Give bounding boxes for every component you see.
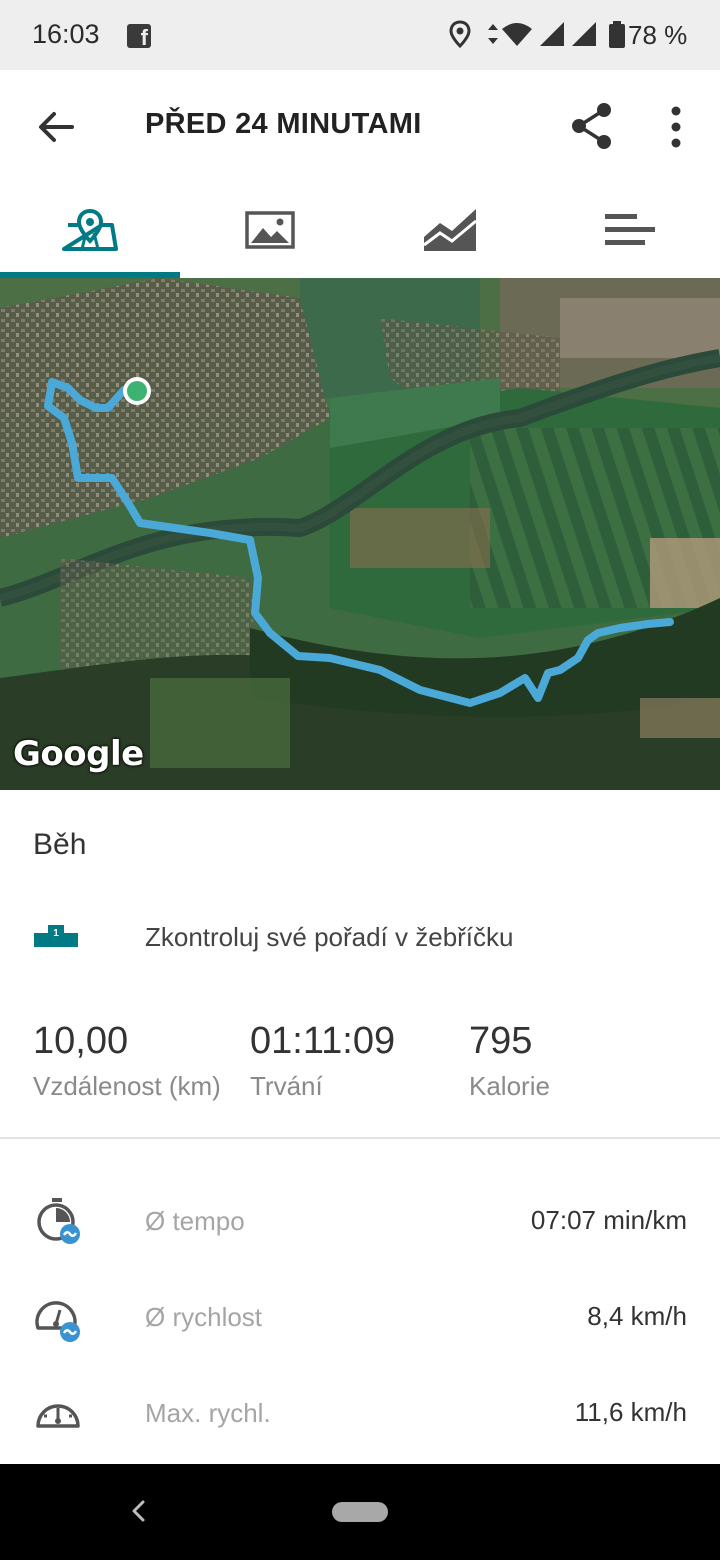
image-icon (245, 211, 295, 249)
tab-bar (0, 182, 720, 278)
metric-value: 07:07 min/km (530, 1205, 687, 1235)
data-arrows-icon (488, 24, 498, 44)
tab-map[interactable] (0, 182, 180, 278)
stat-value: 10,00 (33, 1020, 129, 1062)
system-nav-bar (0, 1464, 720, 1560)
wifi-icon (502, 23, 532, 46)
podium-icon: 1 (34, 925, 78, 947)
stat-value: 795 (469, 1020, 533, 1062)
speedometer-avg-icon (35, 1301, 80, 1342)
app-bar: PŘED 24 MINUTAMI (0, 70, 720, 182)
signal-icon (572, 22, 596, 46)
stat-distance: 10,00 Vzdálenost (km) (33, 1020, 221, 1102)
svg-text:1: 1 (53, 928, 59, 939)
stat-label: Vzdálenost (km) (33, 1071, 221, 1101)
location-icon (449, 20, 471, 49)
metric-value: 11,6 km/h (574, 1397, 687, 1427)
nav-back-icon[interactable] (122, 1494, 156, 1528)
stat-calories: 795 Kalorie (469, 1020, 550, 1102)
metric-label: Ø tempo (145, 1206, 245, 1236)
facebook-icon (127, 24, 151, 51)
share-icon[interactable] (566, 100, 618, 152)
signal-icon (540, 22, 564, 46)
metric-value: 8,4 km/h (587, 1301, 687, 1331)
stat-label: Trvání (250, 1071, 323, 1101)
tab-charts[interactable] (360, 182, 540, 278)
leaderboard-text: Zkontroluj své pořadí v žebříčku (145, 922, 514, 952)
status-bar: 16:03 78 % (0, 0, 720, 70)
nav-home-pill[interactable] (332, 1502, 388, 1522)
stat-label: Kalorie (469, 1071, 550, 1101)
metric-avg-speed: Ø rychlost 8,4 km/h (0, 1276, 720, 1356)
stopwatch-avg-icon (37, 1198, 80, 1244)
area-chart-icon (423, 209, 477, 251)
google-attribution: Google (13, 734, 144, 774)
satellite-map (0, 278, 720, 790)
map-pin-icon (62, 208, 118, 251)
more-vert-icon[interactable] (655, 102, 697, 152)
status-time: 16:03 (32, 19, 100, 49)
stat-duration: 01:11:09 Trvání (250, 1020, 395, 1102)
battery-icon (609, 21, 625, 48)
leaderboard-link[interactable]: 1 Zkontroluj své pořadí v žebříčku (0, 900, 720, 970)
metric-avg-pace: Ø tempo 07:07 min/km (0, 1180, 720, 1260)
battery-percent: 78 % (628, 20, 688, 50)
metric-label: Max. rychl. (145, 1398, 271, 1428)
arrow-back-icon[interactable] (30, 102, 80, 152)
stat-value: 01:11:09 (250, 1020, 396, 1062)
speedometer-icon (36, 1404, 80, 1428)
list-bars-icon (605, 214, 655, 245)
metric-label: Ø rychlost (145, 1302, 263, 1332)
metric-max-speed: Max. rychl. 11,6 km/h (0, 1372, 720, 1452)
page-title: PŘED 24 MINUTAMI (145, 108, 422, 140)
divider (0, 1137, 720, 1139)
tab-photos[interactable] (180, 182, 360, 278)
tab-details[interactable] (540, 182, 720, 278)
activity-type: Běh (33, 828, 87, 861)
route-map[interactable]: Google (0, 278, 720, 790)
